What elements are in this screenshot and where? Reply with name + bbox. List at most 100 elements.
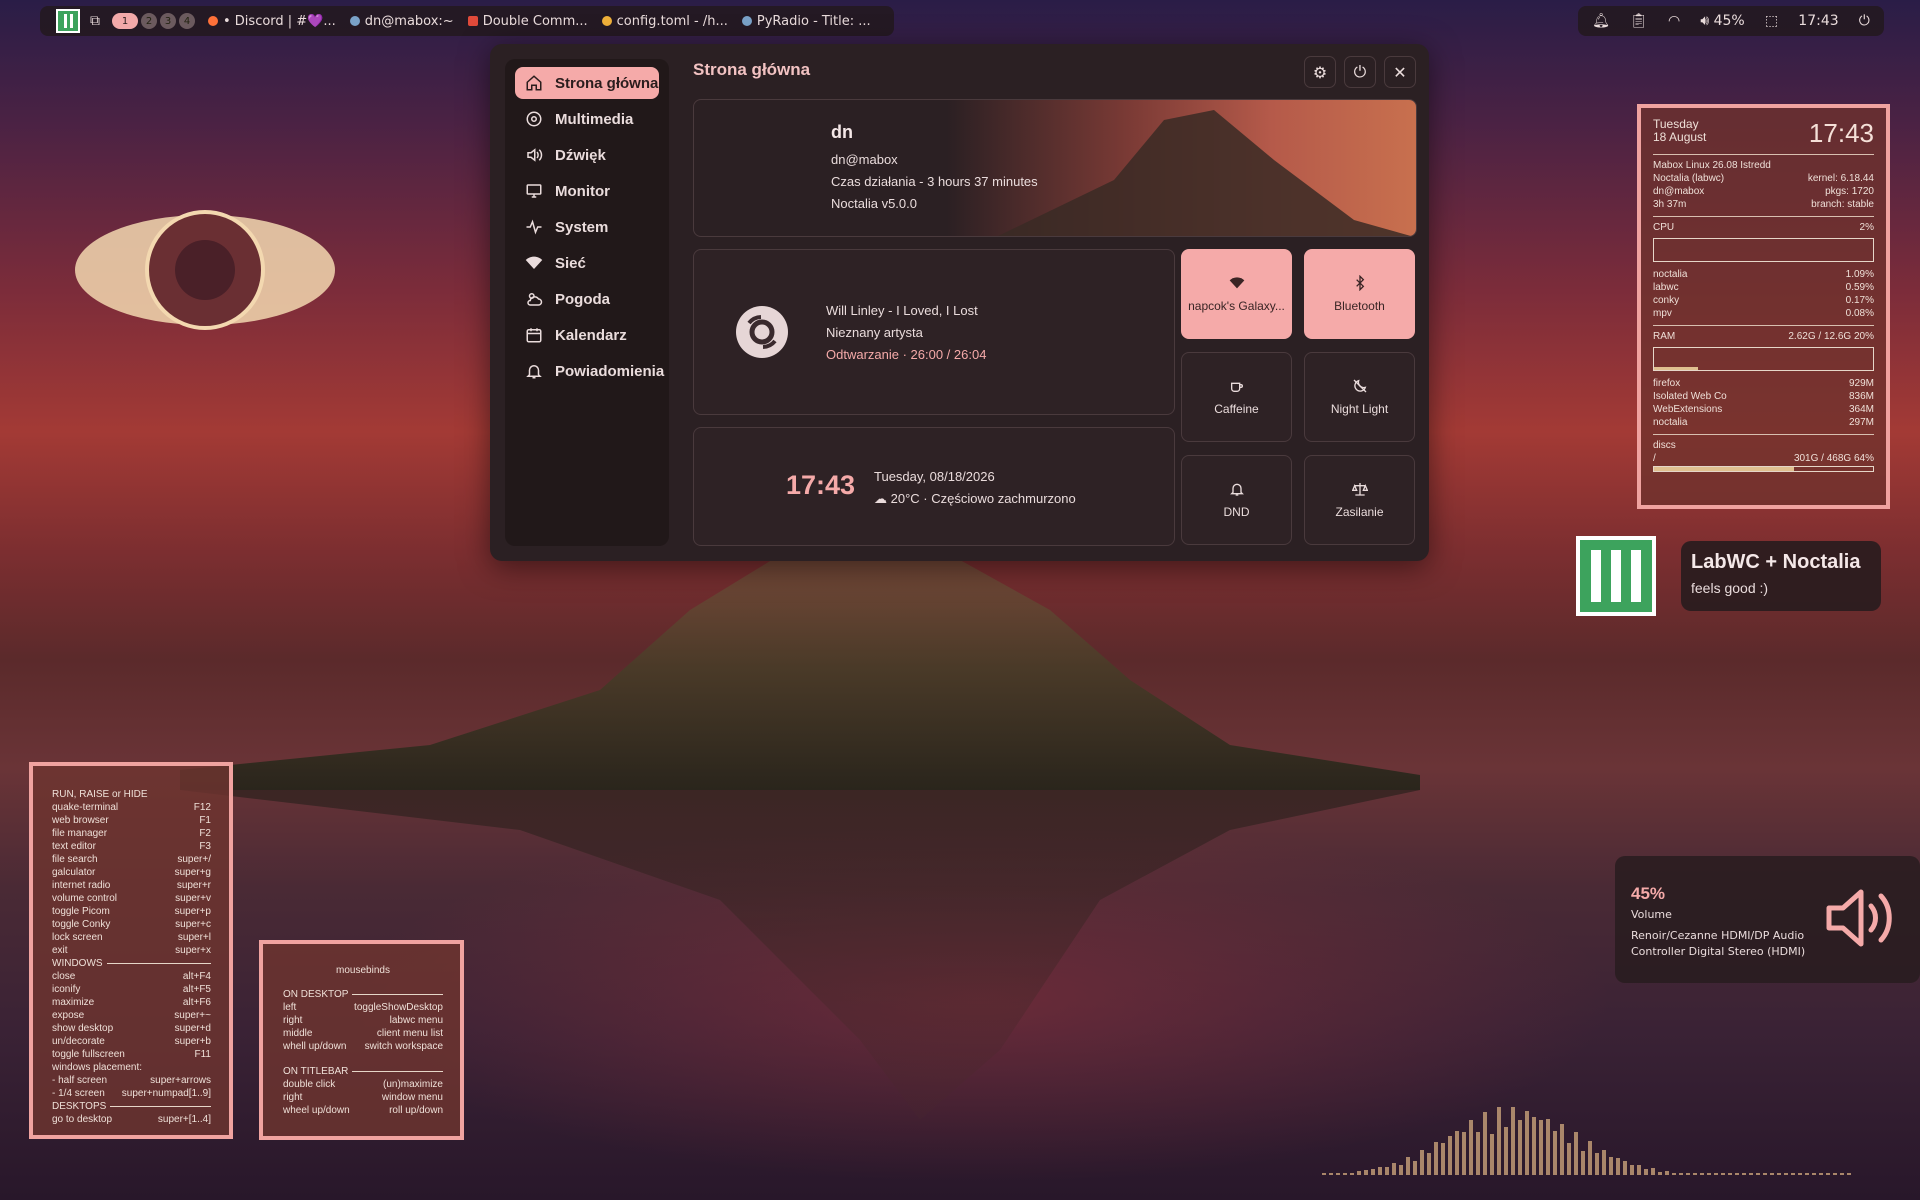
nav-monitor[interactable]: Monitor <box>515 175 659 207</box>
tile-caffeine[interactable]: Caffeine <box>1181 352 1292 442</box>
labwc-title: LabWC + Noctalia <box>1691 551 1861 573</box>
workspace-4[interactable]: 4 <box>179 13 195 29</box>
coffee-icon <box>1230 382 1243 392</box>
proc-cpu: 0.17% <box>1845 295 1874 306</box>
visualizer-bar <box>1588 1141 1592 1175</box>
disc-mount: / <box>1653 453 1656 464</box>
bind-action: toggle Picom <box>52 906 110 917</box>
visualizer-bar <box>1378 1167 1382 1175</box>
media-status: Odtwarzanie · 26:00 / 26:04 <box>826 347 987 362</box>
bind-key: super+p <box>174 906 211 917</box>
home-icon <box>526 75 542 91</box>
tile-wifi[interactable]: napcok's Galaxy... <box>1181 249 1292 339</box>
nav-calendar[interactable]: Kalendarz <box>515 319 659 351</box>
bind-action: quake-terminal <box>52 802 119 813</box>
nav-label: Powiadomienia <box>555 362 665 380</box>
workspace-3[interactable]: 3 <box>160 13 176 29</box>
task-editor[interactable]: config.toml - /h... <box>601 14 728 29</box>
volume-tray[interactable]: 🔊︎ 45% <box>1700 13 1744 29</box>
window-switcher-icon[interactable]: ⧉ <box>90 13 100 29</box>
visualizer-bar <box>1819 1173 1823 1175</box>
visualizer-bar <box>1623 1161 1627 1175</box>
task-firefox[interactable]: • Discord | #💜... <box>208 14 336 29</box>
wifi-tray-icon[interactable]: ◠ <box>1668 13 1680 29</box>
tile-night-light[interactable]: Night Light <box>1304 352 1415 442</box>
task-pyradio[interactable]: PyRadio - Title: ... <box>741 14 871 29</box>
visualizer-bar <box>1574 1132 1578 1175</box>
visualizer-bar <box>1595 1153 1599 1175</box>
nav-multimedia[interactable]: Multimedia <box>515 103 659 135</box>
conky-widget: Tuesday 18 August 17:43 Mabox Linux 26.0… <box>1637 104 1890 509</box>
nav-notifications[interactable]: Powiadomienia <box>515 355 664 387</box>
mem-proc-value: 836M <box>1848 391 1874 402</box>
tile-dnd[interactable]: DND <box>1181 455 1292 545</box>
visualizer-bar <box>1364 1170 1368 1175</box>
mem-proc-value: 929M <box>1848 378 1874 389</box>
close-icon: ✕ <box>1393 62 1407 82</box>
visualizer-bar <box>1406 1157 1410 1175</box>
tile-label: DND <box>1223 505 1250 519</box>
nav-sound[interactable]: Dźwięk <box>515 139 659 171</box>
visualizer-bar <box>1336 1173 1340 1175</box>
bind-row: toggle fullscreen F11 <box>52 1048 211 1061</box>
close-button[interactable]: ✕ <box>1384 56 1416 88</box>
bind-row: galculator super+g <box>52 866 211 879</box>
mouse-result: toggleShowDesktop <box>354 1002 443 1013</box>
mabox-logo-icon <box>1576 536 1656 616</box>
clock-card: 17:43 Tuesday, 08/18/2026 ☁ 20°C · Częśc… <box>693 427 1175 546</box>
clipboard-icon[interactable]: 📋︎ <box>1630 13 1648 29</box>
visualizer-bar <box>1840 1173 1844 1175</box>
windows-heading: WINDOWS <box>52 958 103 969</box>
bind-key: alt+F4 <box>182 971 211 982</box>
proc-name: conky <box>1653 295 1680 306</box>
bind-key: super+c <box>175 919 211 930</box>
visualizer-bar <box>1798 1173 1802 1175</box>
bind-key: super+d <box>174 1023 211 1034</box>
weather-icon: ☁ <box>874 491 887 506</box>
task-terminal[interactable]: dn@mabox:~ <box>349 14 454 29</box>
tray-clock[interactable]: 17:43 <box>1798 13 1838 29</box>
settings-button[interactable]: ⚙ <box>1304 56 1336 88</box>
mouse-result: labwc menu <box>389 1015 443 1026</box>
task-double-commander[interactable]: Double Comm... <box>467 14 588 29</box>
visualizer-bar <box>1469 1120 1473 1175</box>
nav-home[interactable]: Strona główna <box>515 67 659 99</box>
visualizer-bar <box>1644 1169 1648 1175</box>
workspace-switcher: 1 2 3 4 <box>112 13 198 29</box>
mabox-logo-icon[interactable] <box>56 9 80 33</box>
notification-bell-icon[interactable]: 🔔︎ <box>1592 13 1610 29</box>
screenshot-icon[interactable]: ⬚ <box>1765 13 1778 29</box>
visualizer-bar <box>1329 1173 1333 1175</box>
ram-bar <box>1653 347 1874 371</box>
power-button[interactable]: ⏻ <box>1344 56 1376 88</box>
media-card[interactable]: Will Linley - I Loved, I Lost Nieznany a… <box>693 249 1175 415</box>
discs-label: discs <box>1653 440 1676 451</box>
tile-power[interactable]: Zasilanie <box>1304 455 1415 545</box>
proc-cpu: 0.59% <box>1845 282 1874 293</box>
bind-action: show desktop <box>52 1023 114 1034</box>
media-artist: Nieznany artysta <box>826 325 923 340</box>
mouse-action: left <box>283 1002 297 1013</box>
bind-row: internet radio super+r <box>52 879 211 892</box>
ram-label: RAM <box>1653 331 1676 342</box>
visualizer-bar <box>1686 1173 1690 1175</box>
workspace-1[interactable]: 1 <box>112 13 138 29</box>
visualizer-bar <box>1399 1165 1403 1175</box>
disc-value: 301G / 468G 64% <box>1793 453 1874 464</box>
tile-bluetooth[interactable]: Bluetooth <box>1304 249 1415 339</box>
mouse-result: client menu list <box>376 1028 443 1039</box>
nav-network[interactable]: Sieć <box>515 247 659 279</box>
visualizer-bar <box>1728 1173 1732 1175</box>
workspace-2[interactable]: 2 <box>141 13 157 29</box>
wifi-icon <box>1229 277 1244 289</box>
mousebinds-widget: mousebinds ON DESKTOP left toggleShowDesk… <box>259 940 464 1140</box>
profile-card: dn dn@mabox Czas działania - 3 hours 37 … <box>693 99 1417 237</box>
task-label: • Discord | #💜... <box>223 13 336 29</box>
bind-key: F1 <box>199 815 211 826</box>
clock-time: 17:43 <box>786 470 856 500</box>
nav-weather[interactable]: Pogoda <box>515 283 659 315</box>
nav-system[interactable]: System <box>515 211 659 243</box>
nav-label: Pogoda <box>555 290 610 308</box>
power-icon[interactable]: ⏻ <box>1859 13 1870 29</box>
firefox-icon <box>208 16 218 26</box>
